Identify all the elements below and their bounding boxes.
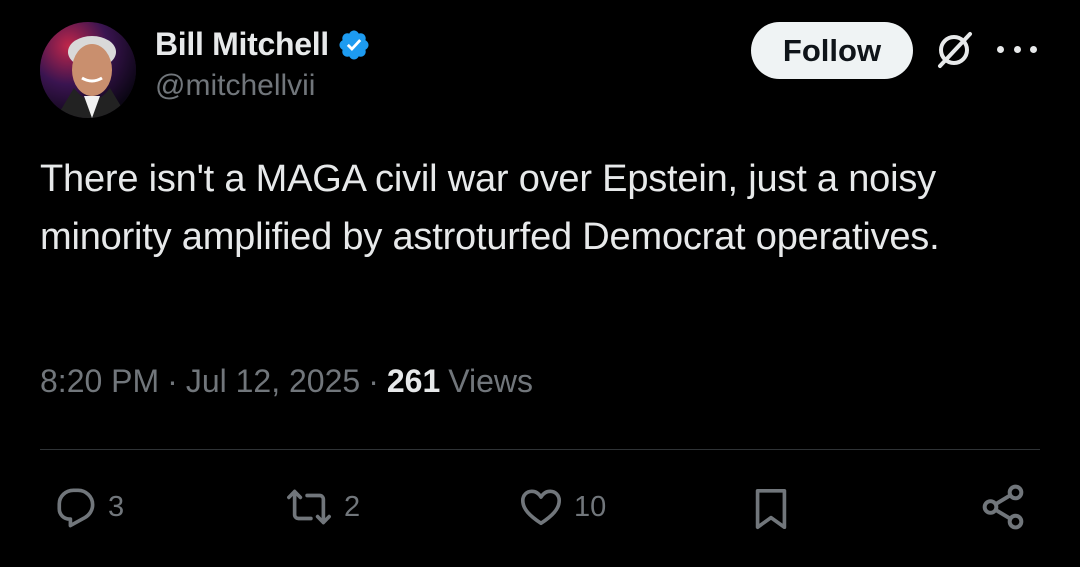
separator-dot: · bbox=[368, 363, 379, 399]
bookmark-button[interactable] bbox=[748, 484, 794, 534]
reply-button[interactable]: 3 bbox=[50, 484, 124, 530]
tweet-date[interactable]: Jul 12, 2025 bbox=[186, 363, 360, 400]
follow-button[interactable]: Follow bbox=[751, 22, 913, 79]
more-dots-icon[interactable] bbox=[997, 34, 1037, 64]
avatar[interactable] bbox=[40, 22, 136, 118]
name-row: Bill Mitchell bbox=[155, 26, 371, 63]
author-handle[interactable]: @mitchellvii bbox=[155, 69, 371, 103]
share-icon bbox=[982, 484, 1024, 530]
views-label: Views bbox=[448, 363, 534, 399]
action-bar: 3 2 10 bbox=[0, 478, 1080, 538]
author-block: Bill Mitchell @mitchellvii bbox=[155, 26, 371, 103]
dot bbox=[1013, 45, 1021, 53]
author-name[interactable]: Bill Mitchell bbox=[155, 26, 329, 63]
tweet-text: There isn't a MAGA civil war over Epstei… bbox=[40, 158, 940, 258]
bookmark-icon bbox=[755, 488, 787, 530]
repost-icon bbox=[287, 489, 331, 525]
divider bbox=[40, 449, 1040, 450]
tweet-meta: 8:20 PM · Jul 12, 2025 · 261 Views bbox=[40, 363, 533, 400]
share-button[interactable] bbox=[978, 482, 1028, 532]
grok-icon[interactable] bbox=[932, 28, 976, 72]
heart-icon bbox=[520, 489, 562, 526]
reply-icon bbox=[57, 488, 95, 528]
views-count[interactable]: 261 bbox=[387, 363, 440, 400]
like-button[interactable]: 10 bbox=[516, 484, 606, 530]
like-count: 10 bbox=[574, 490, 607, 523]
reply-count: 3 bbox=[108, 490, 125, 523]
verified-badge-icon[interactable] bbox=[337, 28, 371, 62]
dot bbox=[1030, 45, 1037, 53]
repost-count: 2 bbox=[344, 490, 361, 523]
tweet-time[interactable]: 8:20 PM bbox=[40, 363, 159, 400]
dot bbox=[997, 45, 1004, 53]
repost-button[interactable]: 2 bbox=[282, 484, 360, 530]
separator-dot: · bbox=[167, 363, 178, 399]
